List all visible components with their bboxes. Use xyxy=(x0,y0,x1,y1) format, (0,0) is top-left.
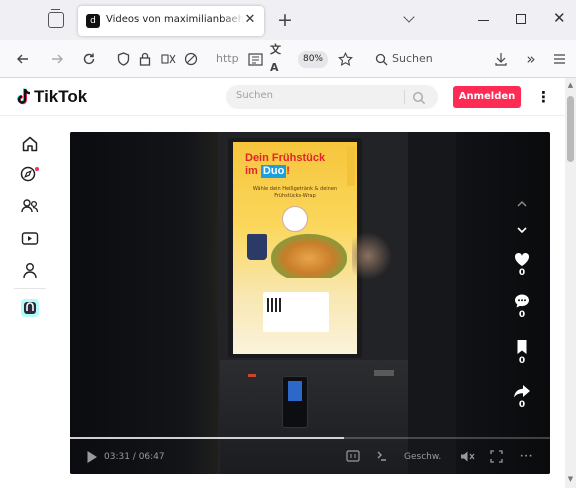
browser-search-box[interactable]: Suchen xyxy=(368,45,490,73)
comment-bubble-icon xyxy=(510,292,534,310)
lock-icon[interactable] xyxy=(136,50,154,68)
payment-terminal xyxy=(282,376,308,428)
reload-icon[interactable] xyxy=(80,50,98,68)
browser-search-placeholder: Suchen xyxy=(392,52,433,65)
scroll-up-arrow-icon[interactable]: ▲ xyxy=(567,82,574,89)
save-count: 0 xyxy=(518,356,526,366)
kiosk-screen: Dein Frühstück im Duo! Wähle dein Heißge… xyxy=(233,142,357,354)
like-count: 0 xyxy=(518,268,526,278)
bookmark-star-icon[interactable] xyxy=(336,50,354,68)
tab-title: Videos von maximilianbaehring xyxy=(106,14,244,25)
mute-volume-icon[interactable] xyxy=(460,450,476,464)
next-video-chevron-icon[interactable] xyxy=(516,220,528,234)
comment-count: 0 xyxy=(518,310,526,320)
tab-close-icon[interactable]: ✕ xyxy=(242,12,258,28)
kiosk-headline-prefix: im xyxy=(245,165,258,177)
kiosk-screen-headline: Dein Frühstück im Duo! xyxy=(245,152,345,178)
more-options-dots-icon[interactable]: ··· xyxy=(520,450,533,464)
tiktok-note-icon xyxy=(17,88,31,105)
scroll-down-arrow-icon[interactable]: ▼ xyxy=(567,476,574,483)
receipt-slot xyxy=(374,370,394,376)
kiosk-screen-cup-image xyxy=(247,234,267,260)
window-minimize-icon[interactable] xyxy=(478,20,489,21)
more-options-icon[interactable]: ⋮ xyxy=(536,87,551,107)
captions-icon[interactable] xyxy=(346,450,360,464)
picture-in-picture-icon[interactable] xyxy=(375,450,388,464)
share-arrow-icon xyxy=(510,382,534,400)
kiosk-headline-suffix: ! xyxy=(286,165,290,177)
video-progress-bar[interactable] xyxy=(70,437,550,439)
tiktok-sidebar xyxy=(0,118,60,488)
tab-list-chevron-icon[interactable] xyxy=(403,11,415,23)
creator-effects-icon[interactable] xyxy=(20,298,40,318)
search-icon xyxy=(372,50,390,68)
url-text[interactable]: http xyxy=(216,52,239,65)
search-divider xyxy=(404,90,405,104)
payment-terminal-screen xyxy=(288,381,302,401)
sidebar-divider xyxy=(14,288,46,289)
kiosk-headline-brand: Duo xyxy=(260,165,287,178)
tiktok-wordmark: TikTok xyxy=(34,87,88,106)
browser-tab-active[interactable]: d Videos von maximilianbaehring ✕ xyxy=(78,6,264,36)
window-close-icon[interactable]: ✕ xyxy=(553,10,566,26)
reader-view-icon[interactable] xyxy=(246,50,264,68)
play-icon[interactable] xyxy=(86,450,98,464)
kiosk-led xyxy=(248,374,256,377)
overflow-chevron-icon[interactable]: » xyxy=(522,50,540,68)
video-time-display: 03:31 / 06:47 xyxy=(104,452,165,462)
kiosk-headline-line-1: Dein Frühstück xyxy=(245,152,326,164)
window-maximize-icon[interactable] xyxy=(516,14,526,24)
live-video-icon[interactable] xyxy=(20,228,40,248)
kiosk-screen-qr-card xyxy=(263,292,329,332)
page-scrollbar[interactable]: ▲ ▼ xyxy=(565,78,576,488)
share-action[interactable]: 0 xyxy=(510,382,534,411)
tiktok-logo[interactable]: TikTok xyxy=(16,86,87,108)
tracking-shield-icon[interactable] xyxy=(114,50,132,68)
tiktok-header: TikTok Suchen Anmelden ⋮ xyxy=(0,78,565,116)
playback-speed-button[interactable]: Geschw. xyxy=(404,450,441,464)
tiktok-page: TikTok Suchen Anmelden ⋮ Dein Frühstück … xyxy=(0,78,576,488)
hamburger-menu-icon[interactable] xyxy=(550,50,568,68)
hand-shadow xyxy=(352,232,392,280)
tiktok-search-icon[interactable] xyxy=(412,90,426,109)
kiosk-side-wall xyxy=(408,132,456,474)
home-icon[interactable] xyxy=(20,134,40,154)
browser-nav-bar: http 文A 80% Suchen » xyxy=(0,40,576,78)
kiosk-screen-wrap-image xyxy=(271,234,347,278)
like-action[interactable]: 0 xyxy=(510,250,534,279)
video-progress-fill xyxy=(70,437,344,439)
zoom-level-badge[interactable]: 80% xyxy=(298,51,328,68)
tiktok-favicon-icon: d xyxy=(86,14,100,28)
scrollbar-thumb[interactable] xyxy=(567,96,574,162)
new-tab-icon[interactable]: + xyxy=(277,10,293,30)
fullscreen-icon[interactable] xyxy=(490,450,503,464)
tab-overview-icon[interactable] xyxy=(48,9,64,28)
login-button[interactable]: Anmelden xyxy=(453,86,521,108)
forward-icon[interactable] xyxy=(48,50,66,68)
explore-compass-icon[interactable] xyxy=(20,164,40,184)
kiosk-screen-subtext: Wähle dein Heißgetränk & deinen Frühstüc… xyxy=(252,186,338,199)
bookmark-icon xyxy=(510,338,534,356)
profile-icon[interactable] xyxy=(20,260,40,280)
url-bar[interactable]: http 文A 80% xyxy=(110,43,364,74)
kiosk-headline-line-2: im Duo! xyxy=(245,165,345,178)
previous-video-chevron-icon[interactable] xyxy=(516,194,528,207)
tiktok-search-placeholder: Suchen xyxy=(236,90,274,101)
comment-action[interactable]: 0 xyxy=(510,292,534,321)
browser-tab-bar: d Videos von maximilianbaehring ✕ + ✕ xyxy=(0,0,576,40)
qr-code-icon xyxy=(267,298,281,312)
video-player[interactable]: Dein Frühstück im Duo! Wähle dein Heißge… xyxy=(70,132,550,474)
heart-icon xyxy=(510,250,534,268)
back-icon[interactable] xyxy=(14,50,32,68)
pocket-save-icon[interactable] xyxy=(492,50,510,68)
kiosk-screen-strip xyxy=(347,146,355,186)
tiktok-search-bar[interactable]: Suchen xyxy=(226,85,438,109)
save-action[interactable]: 0 xyxy=(510,338,534,367)
autoplay-blocked-icon[interactable] xyxy=(182,50,200,68)
kiosk-screen-badge xyxy=(282,206,308,232)
translate-icon[interactable]: 文A xyxy=(270,43,288,74)
share-count: 0 xyxy=(518,400,526,410)
following-users-icon[interactable] xyxy=(20,196,40,216)
permissions-icon[interactable] xyxy=(160,50,178,68)
